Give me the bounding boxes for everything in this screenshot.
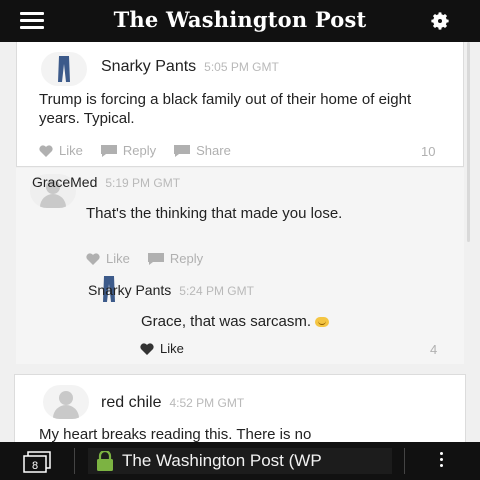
heart-icon (39, 144, 53, 157)
reply-button[interactable]: Reply (147, 251, 203, 266)
comment-author[interactable]: GraceMed 5:19 PM GMT (32, 174, 180, 190)
comment-time: 5:19 PM GMT (105, 176, 181, 190)
heart-icon (140, 342, 154, 355)
heart-icon (86, 252, 100, 265)
top-header: The Washington Post (0, 0, 480, 42)
scrollbar[interactable] (467, 42, 470, 242)
masthead-title[interactable]: The Washington Post (90, 7, 390, 32)
reply-card: GraceMed 5:19 PM GMT That's the thinking … (16, 168, 464, 364)
tab-count: 8 (32, 460, 38, 472)
comment-author[interactable]: Snarky Pants 5:05 PM GMT (101, 58, 279, 76)
comment-author[interactable]: red chile 4:52 PM GMT (101, 394, 244, 412)
comment-actions: Like (140, 341, 202, 356)
tabs-icon[interactable]: 8 (22, 451, 52, 473)
url-text: The Washington Post (WP (122, 451, 322, 470)
browser-bottom-bar: 8 The Washington Post (WP (0, 442, 480, 480)
avatar[interactable] (43, 385, 89, 419)
avatar-body (40, 194, 66, 208)
divider (404, 448, 405, 474)
like-button[interactable]: Like (140, 341, 184, 356)
jeans-avatar-icon (58, 56, 70, 82)
avatar[interactable] (41, 52, 87, 86)
comment-actions: Like Reply (86, 251, 221, 266)
divider (74, 448, 75, 474)
reply-bubble-icon (147, 252, 164, 265)
hamburger-menu-icon[interactable] (20, 12, 44, 30)
lock-icon (97, 451, 113, 471)
gear-icon[interactable] (429, 10, 451, 32)
comment-time: 4:52 PM GMT (169, 396, 245, 410)
avatar-head (59, 391, 73, 405)
comment-time: 5:24 PM GMT (179, 284, 254, 298)
comment-card: red chile 4:52 PM GMT My heart breaks rea… (14, 374, 466, 442)
comment-actions: Like Reply Share (39, 143, 249, 158)
comment-text: My heart breaks reading this. There is n… (39, 426, 312, 442)
comment-text: That's the thinking that made you lose. (86, 205, 343, 222)
comment-card: Snarky Pants 5:05 PM GMT Trump is forcing… (16, 42, 464, 167)
comments-feed[interactable]: Snarky Pants 5:05 PM GMT Trump is forcing… (0, 42, 480, 442)
reply-button[interactable]: Reply (100, 143, 156, 158)
comment-time: 5:05 PM GMT (204, 60, 279, 74)
comment-text: Trump is forcing a black family out of t… (39, 91, 412, 127)
more-options-icon[interactable] (436, 452, 446, 472)
share-button[interactable]: Share (174, 143, 231, 158)
like-count: 4 (430, 342, 438, 357)
reply-bubble-icon (100, 144, 117, 157)
smiley-emoji-icon (315, 317, 330, 328)
address-bar[interactable]: The Washington Post (WP (88, 448, 392, 474)
avatar-body (53, 405, 79, 419)
like-count: 10 (421, 144, 436, 159)
share-bubble-icon (174, 144, 191, 157)
comment-text: Grace, that was sarcasm. (141, 312, 441, 331)
like-button[interactable]: Like (86, 251, 130, 266)
like-button[interactable]: Like (39, 143, 83, 158)
comment-author[interactable]: Snarky Pants 5:24 PM GMT (88, 282, 254, 298)
